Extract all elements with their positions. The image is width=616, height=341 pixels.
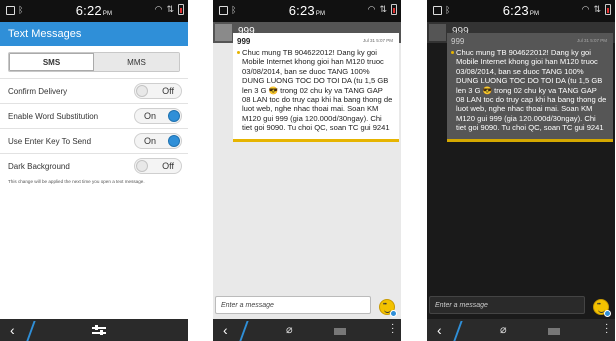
wifi-icon: ◠ (154, 4, 163, 14)
plus-icon (390, 310, 397, 317)
message-type-tabs: SMS MMS (8, 52, 180, 72)
settings-screen: ᛒ 6:22PM ◠ ⇅ Text Messages SMS MMS Confir… (0, 0, 188, 341)
toggle-knob (136, 85, 148, 97)
enter-key-send-toggle[interactable]: On (134, 133, 182, 149)
toggle-knob (168, 135, 180, 147)
battery-icon (391, 4, 397, 15)
conversation-screen-dark: ᛒ 6:23PM ◠ ⇅ 999 999 Jul 31 5:07 PM Chuc … (427, 0, 615, 341)
setting-label: Dark Background (8, 162, 70, 171)
emoticon-button[interactable] (593, 299, 611, 317)
battery-icon (605, 4, 611, 15)
wifi-icon: ◠ (367, 4, 376, 14)
plus-icon (604, 310, 611, 317)
signal-icon: ⇅ (166, 4, 174, 14)
toggle-knob (168, 110, 180, 122)
setting-label: Confirm Delivery (8, 87, 68, 96)
setting-enter-key-send: Use Enter Key To Send On (0, 128, 188, 153)
message-text: Chuc mung TB 904622012! Dang ky goi Mobi… (237, 48, 393, 133)
action-bar: ‹ ⌀ · · · (427, 319, 615, 341)
setting-confirm-delivery: Confirm Delivery Off (0, 78, 188, 103)
divider (453, 321, 463, 341)
emoticon-button[interactable] (379, 299, 397, 317)
setting-dark-background: Dark Background Off (0, 153, 188, 178)
word-substitution-toggle[interactable]: On (134, 108, 182, 124)
avatar (215, 24, 232, 41)
setting-word-substitution: Enable Word Substitution On (0, 103, 188, 128)
setting-label: Enable Word Substitution (8, 112, 99, 121)
tab-sms[interactable]: SMS (9, 53, 94, 71)
page-title: Text Messages (0, 22, 188, 46)
message-bubble[interactable]: 999 Jul 31 5:07 PM Chuc mung TB 90462201… (233, 33, 399, 142)
conversation-screen-light: ᛒ 6:23PM ◠ ⇅ 999 999 Jul 31 5:07 PM Chuc … (213, 0, 401, 341)
divider (26, 321, 36, 341)
message-time: Jul 31 5:07 PM (576, 38, 607, 43)
divider (239, 321, 249, 341)
attach-icon[interactable]: ⌀ (500, 323, 507, 336)
signal-icon: ⇅ (379, 4, 387, 14)
more-menu-icon[interactable]: · · · (391, 320, 394, 338)
more-menu-icon[interactable]: · · · (605, 320, 608, 338)
action-bar: ‹ ⌀ · · · (213, 319, 401, 341)
back-button[interactable]: ‹ (10, 322, 15, 338)
status-bar: ᛒ 6:22PM ◠ ⇅ (0, 0, 188, 22)
signal-icon: ⇅ (593, 4, 601, 14)
status-bar: ᛒ 6:23PM ◠ ⇅ (213, 0, 401, 22)
back-button[interactable]: ‹ (223, 322, 228, 338)
message-bubble[interactable]: 999 Jul 31 5:07 PM Chuc mung TB 90462201… (447, 33, 613, 142)
status-bar: ᛒ 6:23PM ◠ ⇅ (427, 0, 615, 22)
send-icon[interactable] (334, 328, 346, 335)
message-input[interactable]: Enter a message (429, 296, 585, 314)
message-input[interactable]: Enter a message (215, 296, 371, 314)
back-button[interactable]: ‹ (437, 322, 442, 338)
settings-note: This change will be applied the next tim… (8, 179, 145, 184)
send-icon[interactable] (548, 328, 560, 335)
avatar (429, 24, 446, 41)
tab-mms[interactable]: MMS (94, 53, 179, 71)
action-bar: ‹ (0, 319, 188, 341)
confirm-delivery-toggle[interactable]: Off (134, 83, 182, 99)
message-time: Jul 31 5:07 PM (362, 38, 393, 43)
setting-label: Use Enter Key To Send (8, 137, 92, 146)
wifi-icon: ◠ (581, 4, 590, 14)
battery-icon (178, 4, 184, 15)
message-text: Chuc mung TB 904622012! Dang ky goi Mobi… (451, 48, 607, 133)
settings-sliders-icon[interactable] (92, 325, 106, 335)
attach-icon[interactable]: ⌀ (286, 323, 293, 336)
toggle-knob (136, 160, 148, 172)
dark-background-toggle[interactable]: Off (134, 158, 182, 174)
